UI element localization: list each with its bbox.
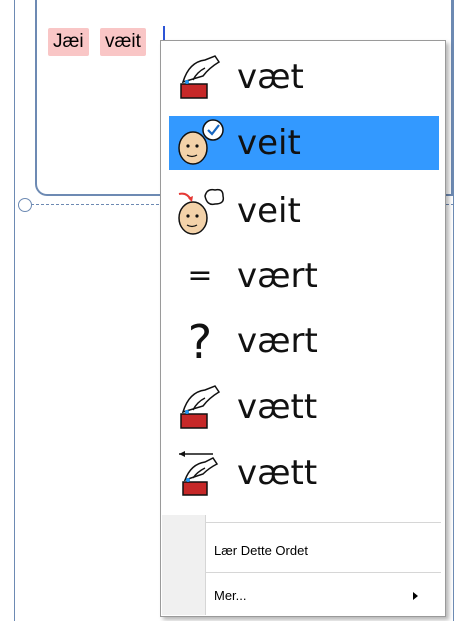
document-word-misspelled[interactable]: væit <box>100 28 146 56</box>
submenu-arrow-icon <box>413 592 418 600</box>
suggestion-text: vætt <box>237 453 318 493</box>
suggestion-text: væt <box>237 57 304 97</box>
suggestion-text: vært <box>237 321 318 361</box>
pour-water-icon <box>180 55 221 99</box>
question-mark-icon: ? <box>187 315 213 369</box>
frame-resize-handle[interactable] <box>18 198 32 212</box>
know-head-check-icon <box>178 119 224 165</box>
suggestion-item[interactable]: = vært <box>169 249 439 303</box>
menu-separator <box>205 572 441 573</box>
suggestion-item-selected[interactable]: veit <box>169 116 439 170</box>
suggestion-item[interactable]: vætt <box>169 380 439 434</box>
spelling-context-menu: væt veit veit = vært ? vært vætt vætt Læ… <box>160 40 446 617</box>
suggestion-text: veit <box>237 123 301 163</box>
suggestion-text: vætt <box>237 387 318 427</box>
more-menu-item[interactable]: Mer... <box>214 587 247 605</box>
suggestion-text: veit <box>237 191 301 231</box>
suggestion-item[interactable]: væt <box>169 50 439 104</box>
equals-icon: = <box>187 258 213 293</box>
suggestion-item[interactable]: ? vært <box>169 314 439 368</box>
menu-separator <box>205 522 441 523</box>
learn-word-menu-item[interactable]: Lær Dette Ordet <box>214 542 308 560</box>
suggestion-item[interactable]: vætt <box>169 446 439 500</box>
menu-icon-gutter <box>162 515 206 615</box>
suggestion-item[interactable]: veit <box>169 184 439 238</box>
know-head-arrow-icon <box>178 188 225 235</box>
document-word[interactable]: Jæi <box>48 28 89 56</box>
pour-water-past-icon <box>179 451 219 496</box>
pour-water-icon <box>180 385 221 429</box>
suggestion-text: vært <box>237 256 318 296</box>
